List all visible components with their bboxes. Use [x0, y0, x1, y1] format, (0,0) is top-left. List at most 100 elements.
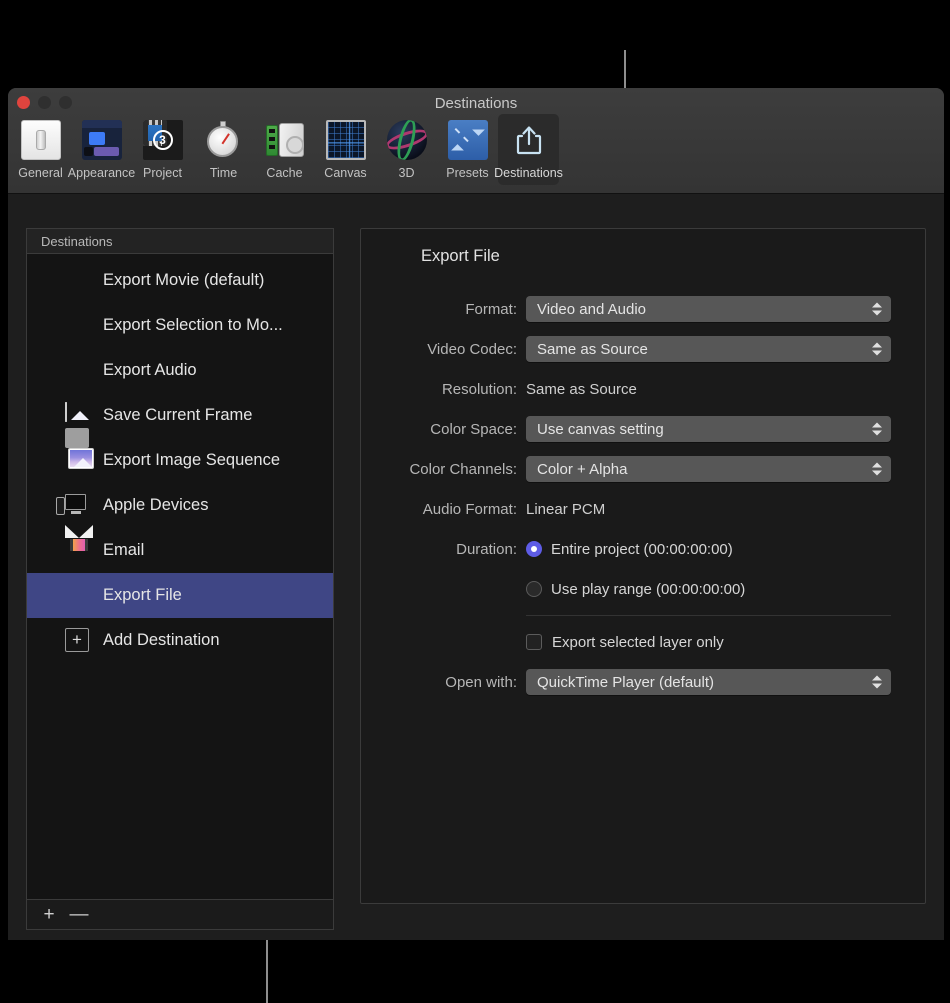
chevron-updown-icon — [872, 303, 882, 316]
field-label-open-with: Open with: — [361, 674, 526, 691]
list-item-apple-devices[interactable]: Apple Devices — [27, 483, 333, 528]
toolbar-label-canvas: Canvas — [324, 166, 366, 180]
video-codec-popup-value: Same as Source — [537, 341, 648, 358]
toolbar-label-project: Project — [143, 166, 182, 180]
list-item-label: Add Destination — [103, 631, 220, 650]
video-codec-popup-button[interactable]: Same as Source — [526, 336, 891, 362]
list-item-label: Apple Devices — [103, 496, 208, 515]
toolbar-item-time[interactable]: Time — [193, 114, 254, 185]
toolbar-item-canvas[interactable]: Canvas — [315, 114, 376, 185]
list-item-label: Export File — [103, 586, 182, 605]
list-item-export-file[interactable]: Export File — [27, 573, 333, 618]
field-label-resolution: Resolution: — [361, 381, 526, 398]
toolbar-label-general: General — [18, 166, 62, 180]
duration-option-label: Entire project (00:00:00:00) — [551, 541, 733, 558]
cache-icon — [265, 120, 305, 160]
preferences-toolbar: General Appearance 3 Project — [10, 114, 559, 185]
photo-icon — [65, 403, 91, 429]
toolbar-item-cache[interactable]: Cache — [254, 114, 315, 185]
appearance-icon — [82, 120, 122, 160]
list-item-label: Export Selection to Mo... — [103, 316, 283, 335]
toolbar-item-general[interactable]: General — [10, 114, 71, 185]
field-row-color-channels: Color Channels: Color + Alpha — [361, 453, 925, 485]
toolbar-label-3d: 3D — [399, 166, 415, 180]
window-titlebar: Destinations General Appearance 3 — [8, 88, 944, 194]
list-item-export-image-sequence[interactable]: Export Image Sequence — [27, 438, 333, 483]
film-strip-icon — [381, 243, 407, 269]
presets-icon — [448, 120, 488, 160]
field-row-format: Format: Video and Audio — [361, 293, 925, 325]
radio-button-selected-icon[interactable] — [526, 541, 542, 557]
detail-form: Format: Video and Audio Video Codec: Sam… — [361, 293, 925, 698]
field-row-open-with: Open with: QuickTime Player (default) — [361, 666, 925, 698]
radio-button-icon[interactable] — [526, 581, 542, 597]
toolbar-label-cache: Cache — [266, 166, 302, 180]
field-row-resolution: Resolution: Same as Source — [361, 373, 925, 405]
detail-title: Export File — [421, 247, 500, 266]
film-strip-icon — [65, 358, 91, 384]
toolbar-label-destinations: Destinations — [494, 166, 563, 180]
toolbar-item-presets[interactable]: Presets — [437, 114, 498, 185]
toolbar-item-appearance[interactable]: Appearance — [71, 114, 132, 185]
format-popup-value: Video and Audio — [537, 301, 646, 318]
destinations-sidebar: Destinations Export Movie (default) Expo… — [26, 228, 334, 930]
general-icon — [21, 120, 61, 160]
color-channels-popup-value: Color + Alpha — [537, 461, 627, 478]
list-item-export-selection[interactable]: Export Selection to Mo... — [27, 303, 333, 348]
window-body: Destinations Export Movie (default) Expo… — [8, 194, 944, 940]
list-item-email[interactable]: Email — [27, 528, 333, 573]
3d-icon — [387, 120, 427, 160]
checkbox-icon[interactable] — [526, 634, 542, 650]
chevron-updown-icon — [872, 676, 882, 689]
field-row-duration-playrange: Use play range (00:00:00:00) — [361, 573, 925, 605]
detail-header: Export File — [361, 229, 925, 269]
duration-radio-entire-project[interactable]: Entire project (00:00:00:00) — [526, 541, 733, 558]
film-strip-icon — [65, 313, 91, 339]
screenshot-root: Destinations General Appearance 3 — [0, 0, 950, 1003]
film-strip-icon — [65, 583, 91, 609]
project-icon-badge: 3 — [153, 130, 173, 150]
window-title: Destinations — [8, 95, 944, 112]
field-label-duration: Duration: — [361, 541, 526, 558]
sidebar-footer-toolbar: + — — [26, 899, 334, 930]
film-strip-icon — [65, 268, 91, 294]
photo-stack-icon — [65, 448, 91, 474]
project-icon: 3 — [143, 120, 183, 160]
duration-radio-use-play-range[interactable]: Use play range (00:00:00:00) — [526, 581, 745, 598]
list-item-label: Export Audio — [103, 361, 197, 380]
audio-format-value: Linear PCM — [526, 501, 605, 518]
field-row-audio-format: Audio Format: Linear PCM — [361, 493, 925, 525]
toolbar-label-time: Time — [210, 166, 237, 180]
color-space-popup-button[interactable]: Use canvas setting — [526, 416, 891, 442]
destination-detail-panel: Export File Format: Video and Audio Vide… — [360, 228, 926, 904]
open-with-popup-button[interactable]: QuickTime Player (default) — [526, 669, 891, 695]
toolbar-item-project[interactable]: 3 Project — [132, 114, 193, 185]
toolbar-item-destinations[interactable]: Destinations — [498, 114, 559, 185]
field-label-color-channels: Color Channels: — [361, 461, 526, 478]
toolbar-item-3d[interactable]: 3D — [376, 114, 437, 185]
destinations-preferences-window: Destinations General Appearance 3 — [8, 88, 944, 940]
duration-option-label: Use play range (00:00:00:00) — [551, 581, 745, 598]
destinations-list[interactable]: Export Movie (default) Export Selection … — [26, 254, 334, 899]
list-item-export-audio[interactable]: Export Audio — [27, 348, 333, 393]
color-channels-popup-button[interactable]: Color + Alpha — [526, 456, 891, 482]
list-item-export-movie[interactable]: Export Movie (default) — [27, 258, 333, 303]
format-popup-button[interactable]: Video and Audio — [526, 296, 891, 322]
field-label-audio-format: Audio Format: — [361, 501, 526, 518]
toolbar-label-presets: Presets — [446, 166, 488, 180]
open-with-popup-value: QuickTime Player (default) — [537, 674, 714, 691]
field-label-color-space: Color Space: — [361, 421, 526, 438]
color-space-popup-value: Use canvas setting — [537, 421, 664, 438]
list-item-label: Email — [103, 541, 144, 560]
add-destination-button[interactable]: + — [39, 905, 59, 924]
remove-destination-button[interactable]: — — [69, 905, 89, 924]
list-item-label: Export Image Sequence — [103, 451, 280, 470]
list-item-label: Save Current Frame — [103, 406, 252, 425]
chevron-updown-icon — [872, 343, 882, 356]
time-icon — [204, 120, 244, 160]
field-row-export-selected-layer: Export selected layer only — [361, 626, 925, 658]
field-label-format: Format: — [361, 301, 526, 318]
chevron-updown-icon — [872, 423, 882, 436]
list-item-add-destination[interactable]: + Add Destination — [27, 618, 333, 663]
export-selected-layer-checkbox-row[interactable]: Export selected layer only — [526, 634, 724, 651]
